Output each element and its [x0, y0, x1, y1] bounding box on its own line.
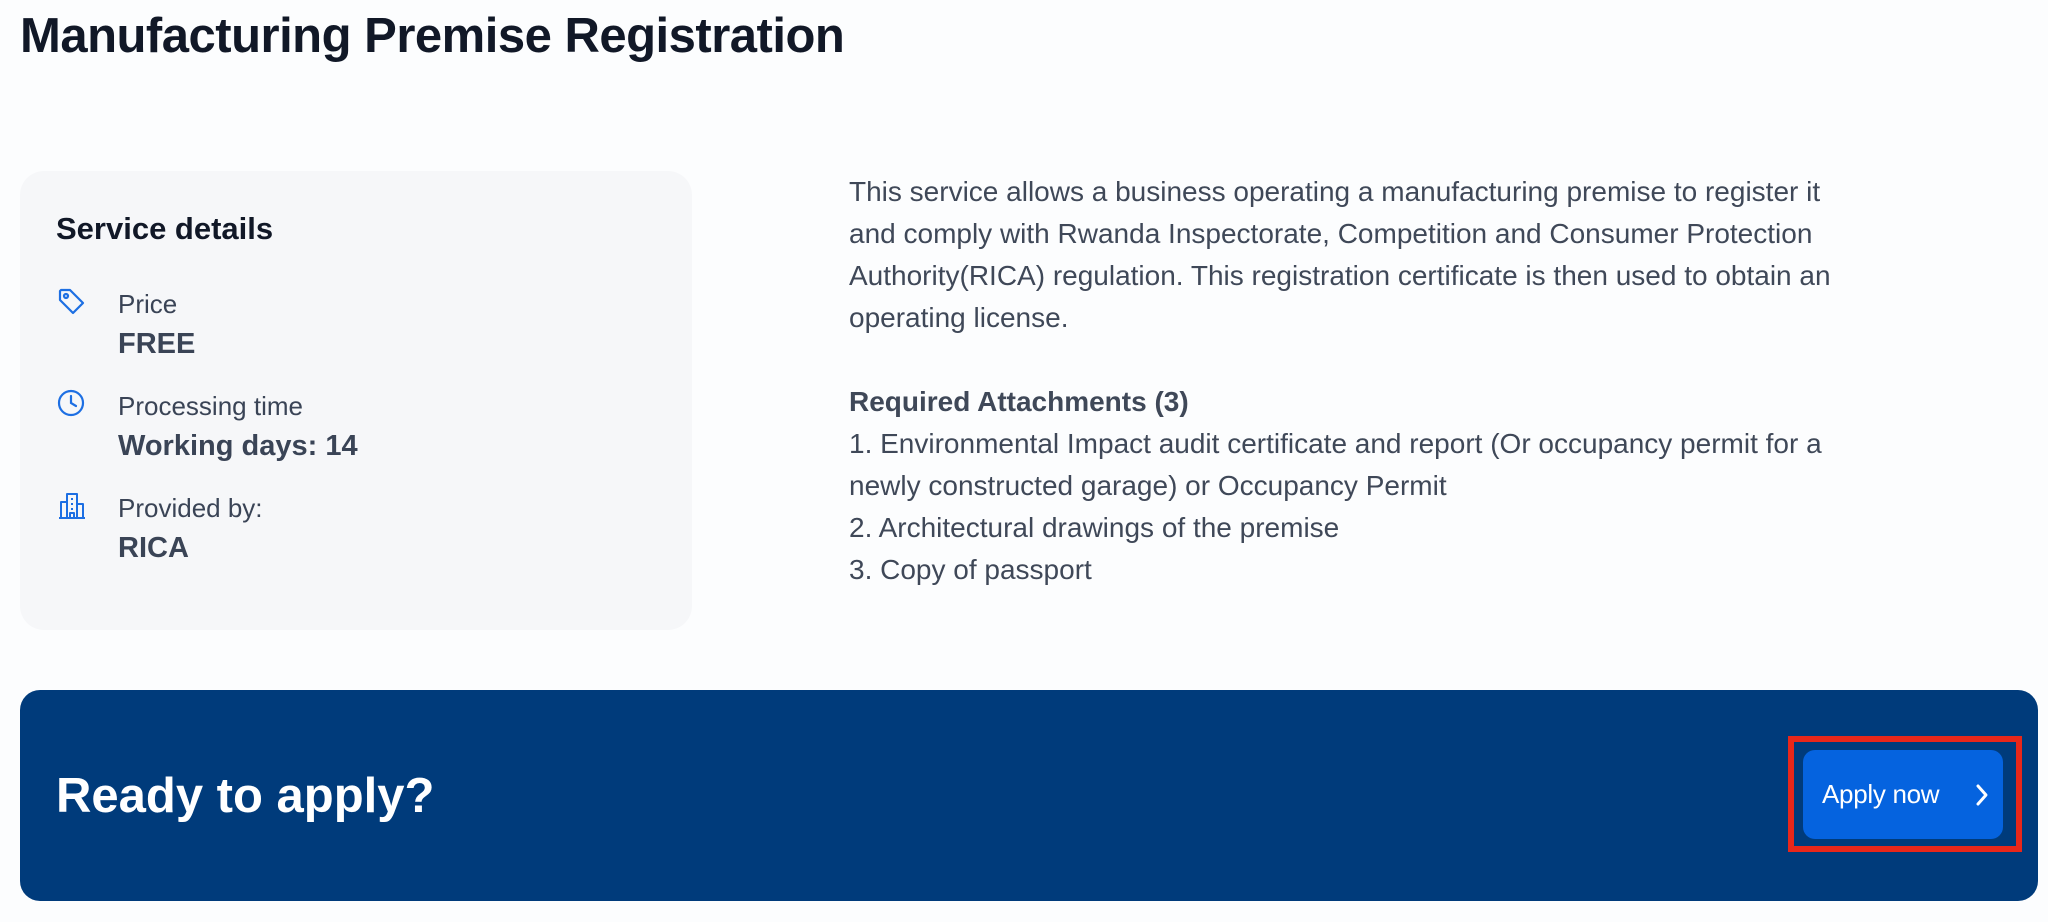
detail-row-provider: Provided by: RICA	[56, 490, 656, 570]
price-label: Price	[118, 289, 178, 319]
attachments-list: 1. Environmental Impact audit certificat…	[849, 423, 1869, 591]
required-attachments: Required Attachments (3) 1. Environmenta…	[849, 381, 1869, 591]
clock-icon	[56, 388, 88, 420]
processing-time-label: Processing time	[118, 391, 303, 421]
building-icon	[56, 490, 88, 522]
attachment-item: 3. Copy of passport	[849, 554, 1092, 585]
price-tag-icon	[56, 286, 88, 318]
apply-banner-title: Ready to apply?	[56, 769, 435, 823]
page: Manufacturing Premise Registration Servi…	[0, 0, 2048, 922]
attachments-heading: Required Attachments (3)	[849, 386, 1189, 417]
description-line: operating license.	[849, 302, 1069, 333]
description-line: This service allows a business operating…	[849, 176, 1821, 207]
service-description: This service allows a business operating…	[849, 171, 1869, 339]
attachment-item: 1. Environmental Impact audit certificat…	[849, 428, 1822, 459]
description-line: and comply with Rwanda Inspectorate, Com…	[849, 218, 1813, 249]
apply-now-button[interactable]: Apply now	[1803, 750, 2003, 839]
provider-label: Provided by:	[118, 493, 263, 523]
service-details-card: Service details Price FREE Processing ti…	[20, 171, 692, 630]
attachment-item: newly constructed garage) or Occupancy P…	[849, 470, 1447, 501]
provider-value: RICA	[118, 532, 189, 564]
detail-row-processing-time: Processing time Working days: 14	[56, 388, 656, 468]
detail-row-price: Price FREE	[56, 286, 656, 366]
price-value: FREE	[118, 328, 196, 360]
service-details-heading: Service details	[56, 211, 274, 246]
apply-banner: Ready to apply? Apply now	[20, 690, 2038, 901]
processing-time-value: Working days: 14	[118, 430, 358, 462]
description-line: Authority(RICA) regulation. This registr…	[849, 260, 1831, 291]
page-title: Manufacturing Premise Registration	[20, 9, 845, 63]
apply-now-label: Apply now	[1822, 779, 1940, 809]
chevron-right-icon	[1971, 783, 1993, 807]
attachment-item: 2. Architectural drawings of the premise	[849, 512, 1340, 543]
